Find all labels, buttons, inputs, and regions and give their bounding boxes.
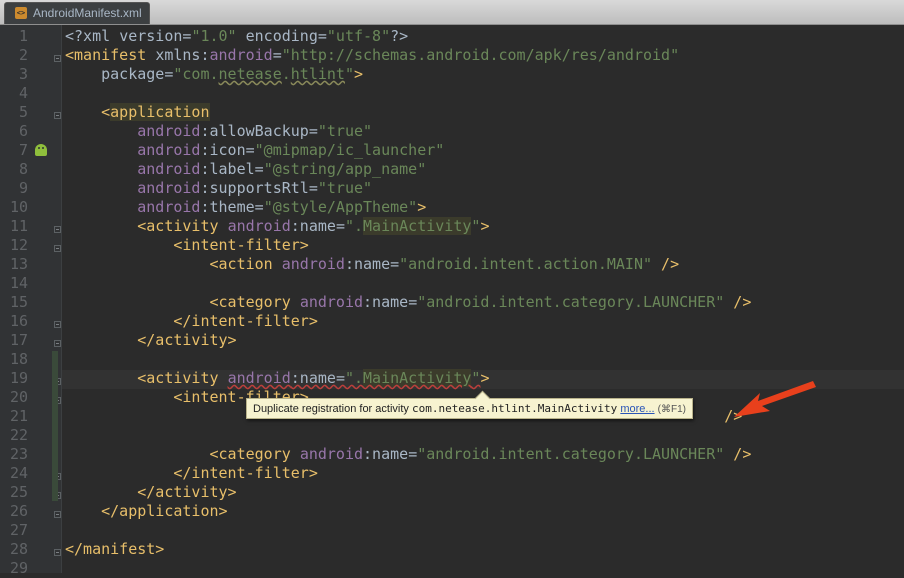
code-line-28: </manifest> [65, 540, 165, 558]
code-line-12: <intent-filter> [173, 236, 309, 254]
line-number: 21 [9, 407, 28, 425]
code-editor[interactable]: 1 2 3 4 5 6 7 8 9 10 11 12 13 14 15 16 17 18 19 20 21 22 23 24 2… [0, 25, 904, 577]
tooltip-class-name: com.netease.htlint.MainActivity [411, 402, 618, 415]
fold-icon[interactable] [54, 511, 61, 518]
tab-label: AndroidManifest.xml [33, 6, 142, 20]
fold-icon[interactable] [54, 226, 61, 233]
code-line-5: <application [101, 103, 210, 121]
code-line-10: android:theme="@style/AppTheme"> [137, 198, 427, 216]
line-number: 7 [18, 141, 28, 159]
fold-icon[interactable] [54, 321, 61, 328]
code-line-15: <category android:name="android.intent.c… [209, 293, 752, 311]
error-tooltip: Duplicate registration for activity com.… [246, 390, 693, 419]
editor-tab-bar: <> AndroidManifest.xml [0, 0, 904, 25]
line-number: 27 [9, 521, 28, 539]
line-number: 15 [9, 293, 28, 311]
code-area[interactable]: <?xml version="1.0" encoding="utf-8"?> <… [65, 25, 904, 573]
code-line-26: </application> [101, 502, 228, 520]
code-line-25: </activity> [137, 483, 237, 501]
fold-icon[interactable] [54, 55, 61, 62]
line-number: 28 [9, 540, 28, 558]
code-line-23: <category android:name="android.intent.c… [209, 445, 752, 463]
annotation-arrow-icon [734, 381, 816, 417]
tooltip-message: Duplicate registration for activity [253, 403, 412, 415]
line-number: 18 [9, 350, 28, 368]
code-line-1: <?xml version="1.0" encoding="utf-8"?> [65, 27, 409, 45]
line-number: 8 [18, 160, 28, 178]
line-number-gutter: 1 2 3 4 5 6 7 8 9 10 11 12 13 14 15 16 17 18 19 20 21 22 23 24 2… [0, 25, 62, 577]
line-number: 4 [18, 84, 28, 102]
code-line-2: <manifest xmlns:android="http://schemas.… [65, 46, 680, 64]
fold-icon[interactable] [54, 112, 61, 119]
fold-icon[interactable] [54, 549, 61, 556]
tooltip-shortcut: (⌘F1) [657, 404, 686, 415]
line-number: 22 [9, 426, 28, 444]
line-number: 19 [9, 369, 28, 387]
line-number: 9 [18, 179, 28, 197]
line-number: 6 [18, 122, 28, 140]
line-number: 5 [18, 103, 28, 121]
code-line-13: <action android:name="android.intent.act… [209, 255, 680, 273]
line-number: 26 [9, 502, 28, 520]
code-line-7: android:icon="@mipmap/ic_launcher" [137, 141, 445, 159]
xml-file-icon: <> [15, 7, 27, 19]
code-line-3: package="com.netease.htlint"> [101, 65, 364, 83]
line-number: 2 [18, 46, 28, 64]
code-line-16: </intent-filter> [173, 312, 318, 330]
fold-icon[interactable] [54, 245, 61, 252]
line-number: 23 [9, 445, 28, 463]
line-number: 25 [9, 483, 28, 501]
line-number: 12 [9, 236, 28, 254]
line-number: 11 [9, 217, 28, 235]
tab-androidmanifest[interactable]: <> AndroidManifest.xml [4, 2, 150, 24]
line-number: 29 [9, 559, 28, 577]
line-number: 20 [9, 388, 28, 406]
code-line-8: android:label="@string/app_name" [137, 160, 427, 178]
code-line-9: android:supportsRtl="true" [137, 179, 373, 197]
code-line-19: <activity android:name=".MainActivity"> [137, 369, 490, 387]
line-number: 13 [9, 255, 28, 273]
code-line-11: <activity android:name=".MainActivity"> [137, 217, 490, 235]
android-icon[interactable] [35, 144, 47, 156]
line-number: 1 [18, 27, 28, 45]
code-line-17: </activity> [137, 331, 237, 349]
line-number: 14 [9, 274, 28, 292]
vcs-change-marker[interactable] [52, 351, 58, 501]
line-number: 17 [9, 331, 28, 349]
code-line-24: </intent-filter> [173, 464, 318, 482]
code-line-6: android:allowBackup="true" [137, 122, 373, 140]
line-number: 10 [9, 198, 28, 216]
tooltip-more-link[interactable]: more... [620, 403, 654, 415]
line-number: 16 [9, 312, 28, 330]
line-number: 3 [18, 65, 28, 83]
fold-icon[interactable] [54, 340, 61, 347]
line-number: 24 [9, 464, 28, 482]
